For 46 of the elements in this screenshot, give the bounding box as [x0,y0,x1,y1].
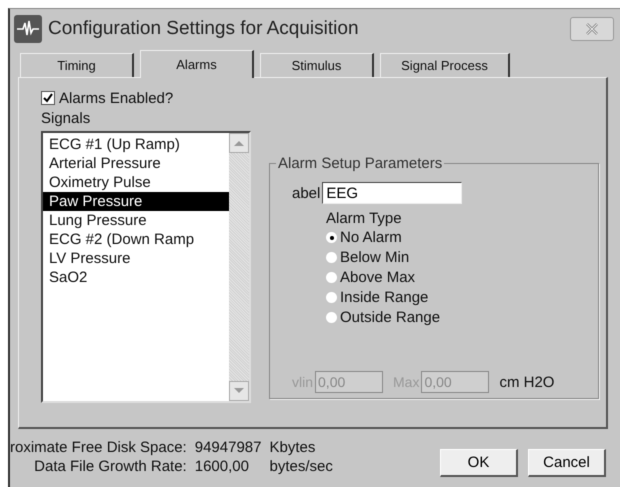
stat-label: roximate Free Disk Space: [10,439,187,456]
stat-label: Data File Growth Rate: [33,458,187,475]
alarms-enabled-checkbox[interactable]: Alarms Enabled? [41,88,606,108]
scroll-down-icon [234,388,244,394]
stat-unit: bytes/sec [269,458,333,475]
radio-circle[interactable] [326,292,337,303]
checkbox-square[interactable] [41,91,55,105]
alarm-type-radio[interactable]: Above Max [326,268,416,287]
label-input-field[interactable]: EEG [322,182,462,204]
waveform-icon [14,15,42,43]
stat-value: 94947987 [194,439,262,456]
alarm-type-radio[interactable]: Below Min [326,248,410,267]
signal-list-item[interactable]: ECG #1 (Up Ramp) [43,135,229,154]
window-title: Configuration Settings for Acquisition [48,18,360,40]
group-title: Alarm Setup Parameters [276,155,444,172]
alarm-type-label: Alarm Type [326,210,403,227]
alarm-type-radio[interactable]: No Alarm [326,228,402,247]
tab[interactable]: Alarms [140,50,254,78]
radio-circle[interactable] [326,312,337,323]
unit-label: cm H2O [499,374,554,390]
radio-circle[interactable] [326,272,337,283]
scroll-up-icon [234,140,244,146]
close-icon [584,23,600,35]
signal-list-item[interactable]: ECG #2 (Down Ramp [43,230,229,249]
checkmark-icon [42,92,54,104]
tab[interactable]: Timing [20,53,134,77]
signal-list-item[interactable]: Paw Pressure [43,192,229,211]
stat-unit: Kbytes [269,439,316,456]
stat-value: 1600,00 [194,458,250,475]
scrollbar[interactable] [229,133,249,401]
dialog-button[interactable]: OK [440,449,518,477]
tab[interactable]: Signal Process [380,53,510,77]
radio-circle[interactable] [326,252,337,263]
dialog-button[interactable]: Cancel [528,449,606,477]
signal-list-item[interactable]: Arterial Pressure [43,154,229,173]
signal-list-item[interactable]: LV Pressure [43,249,229,268]
label-field-label: abel [292,184,320,202]
alarm-type-radio[interactable]: Inside Range [326,288,428,307]
alarm-type-radio[interactable]: Outside Range [326,308,440,327]
close-button[interactable] [570,17,614,41]
radio-circle[interactable] [326,232,337,243]
tab[interactable]: Stimulus [260,53,374,77]
signals-label: Signals [41,110,92,127]
signal-list-item[interactable]: Lung Pressure [43,211,229,230]
signal-list-item[interactable]: SaO2 [43,268,229,287]
signal-list-item[interactable]: Oximetry Pulse [43,173,229,192]
